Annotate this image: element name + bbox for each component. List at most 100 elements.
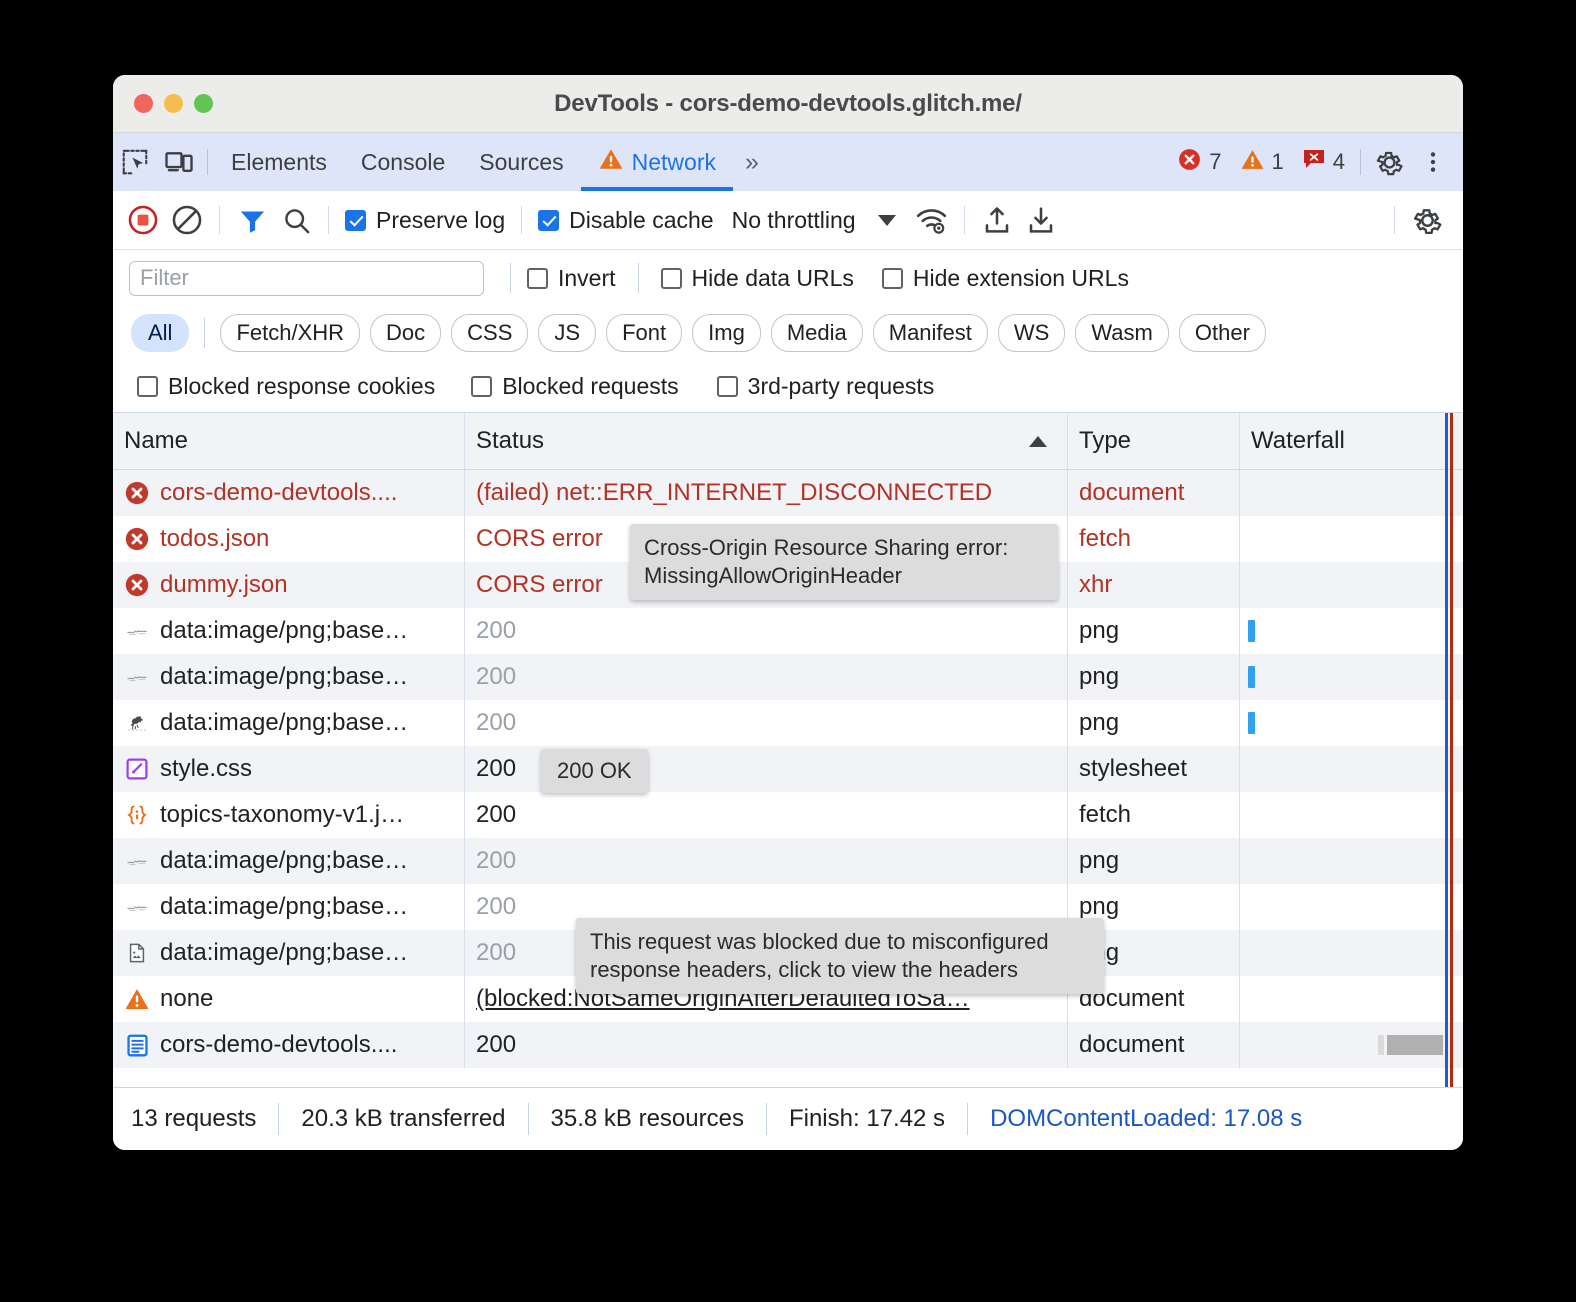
request-status: 200: [476, 1031, 516, 1059]
warning-counter[interactable]: 1: [1231, 147, 1293, 178]
hide-extension-urls-checkbox[interactable]: Hide extension URLs: [882, 265, 1129, 292]
request-name: style.css: [160, 755, 252, 783]
request-type-cell: document: [1068, 470, 1240, 516]
request-name-cell[interactable]: dummy.json: [113, 562, 465, 608]
devtools-window: DevTools - cors-demo-devtools.glitch.me/: [113, 75, 1463, 1150]
disable-cache-box[interactable]: [538, 210, 559, 231]
preserve-log-checkbox[interactable]: Preserve log: [345, 207, 505, 234]
invert-box[interactable]: [527, 268, 548, 289]
download-har-icon[interactable]: [1019, 200, 1063, 240]
tab-console[interactable]: Console: [344, 133, 462, 191]
gear-icon[interactable]: [1405, 200, 1449, 240]
request-name-cell[interactable]: data:image/png;base…: [113, 838, 465, 884]
clear-icon[interactable]: [165, 200, 209, 240]
search-icon[interactable]: [274, 200, 318, 240]
filter-funnel-icon[interactable]: [230, 200, 274, 240]
type-filter-css[interactable]: CSS: [451, 314, 528, 352]
blocked-response-cookies-checkbox[interactable]: Blocked response cookies: [137, 373, 435, 400]
request-waterfall-cell: [1240, 700, 1463, 746]
column-header-waterfall[interactable]: Waterfall: [1240, 413, 1463, 469]
request-count: 13 requests: [131, 1105, 278, 1133]
type-filter-font[interactable]: Font: [606, 314, 682, 352]
domcontentloaded-time: DOMContentLoaded: 17.08 s: [968, 1105, 1324, 1133]
filter-bar: Invert Hide data URLs Hide extension URL…: [113, 250, 1463, 306]
type-filter-manifest[interactable]: Manifest: [873, 314, 988, 352]
table-row[interactable]: data:image/png;base…200png: [113, 838, 1463, 884]
request-name: data:image/png;base…: [160, 709, 408, 737]
table-row[interactable]: cors-demo-devtools....200document: [113, 1022, 1463, 1068]
disable-cache-checkbox[interactable]: Disable cache: [538, 207, 713, 234]
filter-input[interactable]: [129, 261, 484, 296]
waterfall-bar: [1248, 666, 1255, 688]
table-row[interactable]: data:image/png;base…200png: [113, 654, 1463, 700]
request-name-cell[interactable]: style.css: [113, 746, 465, 792]
request-name-cell[interactable]: data:image/png;base…: [113, 930, 465, 976]
request-name-cell[interactable]: cors-demo-devtools....: [113, 470, 465, 516]
type-filter-ws[interactable]: WS: [998, 314, 1065, 352]
tab-network[interactable]: Network: [581, 133, 733, 191]
tab-elements-label: Elements: [231, 149, 327, 176]
table-header-row: Name Status Type Waterfall: [113, 413, 1463, 470]
more-tabs-button[interactable]: »: [733, 148, 768, 177]
table-row[interactable]: topics-taxonomy-v1.j…200fetch: [113, 792, 1463, 838]
network-conditions-icon[interactable]: [910, 200, 954, 240]
request-name-cell[interactable]: topics-taxonomy-v1.j…: [113, 792, 465, 838]
column-header-name[interactable]: Name: [113, 413, 465, 469]
request-status-cell: 200: [465, 792, 1068, 838]
blocked-request-tooltip: This request was blocked due to misconfi…: [576, 918, 1104, 994]
column-header-status[interactable]: Status: [465, 413, 1068, 469]
type-filter-fetch-xhr[interactable]: Fetch/XHR: [220, 314, 360, 352]
hide-extension-urls-box[interactable]: [882, 268, 903, 289]
invert-checkbox[interactable]: Invert: [527, 265, 616, 292]
toolbar-divider-1: [219, 206, 220, 234]
hide-data-urls-box[interactable]: [661, 268, 682, 289]
request-name-cell[interactable]: data:image/png;base…: [113, 654, 465, 700]
third-party-requests-checkbox[interactable]: 3rd-party requests: [717, 373, 935, 400]
blocked-requests-checkbox[interactable]: Blocked requests: [471, 373, 678, 400]
window-titlebar: DevTools - cors-demo-devtools.glitch.me/: [113, 75, 1463, 133]
tab-sources[interactable]: Sources: [462, 133, 580, 191]
type-filter-media[interactable]: Media: [771, 314, 863, 352]
request-type: png: [1079, 663, 1119, 691]
request-name-cell[interactable]: data:image/png;base…: [113, 608, 465, 654]
table-row[interactable]: style.css200stylesheet: [113, 746, 1463, 792]
request-name: dummy.json: [160, 571, 288, 599]
request-name-cell[interactable]: cors-demo-devtools....: [113, 1022, 465, 1068]
request-status-cell: 200: [465, 1022, 1068, 1068]
issues-counter[interactable]: 4: [1293, 147, 1354, 177]
request-name-cell[interactable]: none: [113, 976, 465, 1022]
hide-data-urls-label: Hide data URLs: [692, 265, 854, 292]
preserve-log-box[interactable]: [345, 210, 366, 231]
type-filter-js[interactable]: JS: [538, 314, 596, 352]
type-filter-other[interactable]: Other: [1179, 314, 1266, 352]
type-filter-img[interactable]: Img: [692, 314, 761, 352]
type-filter-doc[interactable]: Doc: [370, 314, 441, 352]
table-row[interactable]: data:image/png;base…200png: [113, 700, 1463, 746]
request-status: 200: [476, 939, 516, 967]
type-filter-all[interactable]: All: [131, 314, 189, 352]
chevron-down-icon[interactable]: [878, 215, 896, 226]
request-name-cell[interactable]: data:image/png;base…: [113, 700, 465, 746]
table-row[interactable]: cors-demo-devtools....(failed) net::ERR_…: [113, 470, 1463, 516]
more-options-icon[interactable]: [1411, 142, 1455, 182]
inspect-element-icon[interactable]: [113, 142, 157, 182]
request-waterfall-cell: [1240, 470, 1463, 516]
request-name-cell[interactable]: data:image/png;base…: [113, 884, 465, 930]
hide-data-urls-checkbox[interactable]: Hide data URLs: [661, 265, 854, 292]
tab-elements[interactable]: Elements: [214, 133, 344, 191]
record-stop-icon[interactable]: [121, 200, 165, 240]
blocked-response-cookies-box[interactable]: [137, 376, 158, 397]
throttling-select-label[interactable]: No throttling: [732, 207, 856, 234]
request-status: 200: [476, 801, 516, 829]
column-header-type[interactable]: Type: [1068, 413, 1240, 469]
type-filter-wasm[interactable]: Wasm: [1075, 314, 1169, 352]
gear-icon[interactable]: [1367, 142, 1411, 182]
table-row[interactable]: data:image/png;base…200png: [113, 608, 1463, 654]
toggle-device-toolbar-icon[interactable]: [157, 142, 201, 182]
upload-har-icon[interactable]: [975, 200, 1019, 240]
error-counter[interactable]: 7: [1168, 147, 1230, 178]
third-party-requests-box[interactable]: [717, 376, 738, 397]
finish-time: Finish: 17.42 s: [767, 1105, 967, 1133]
blocked-requests-box[interactable]: [471, 376, 492, 397]
request-name-cell[interactable]: todos.json: [113, 516, 465, 562]
